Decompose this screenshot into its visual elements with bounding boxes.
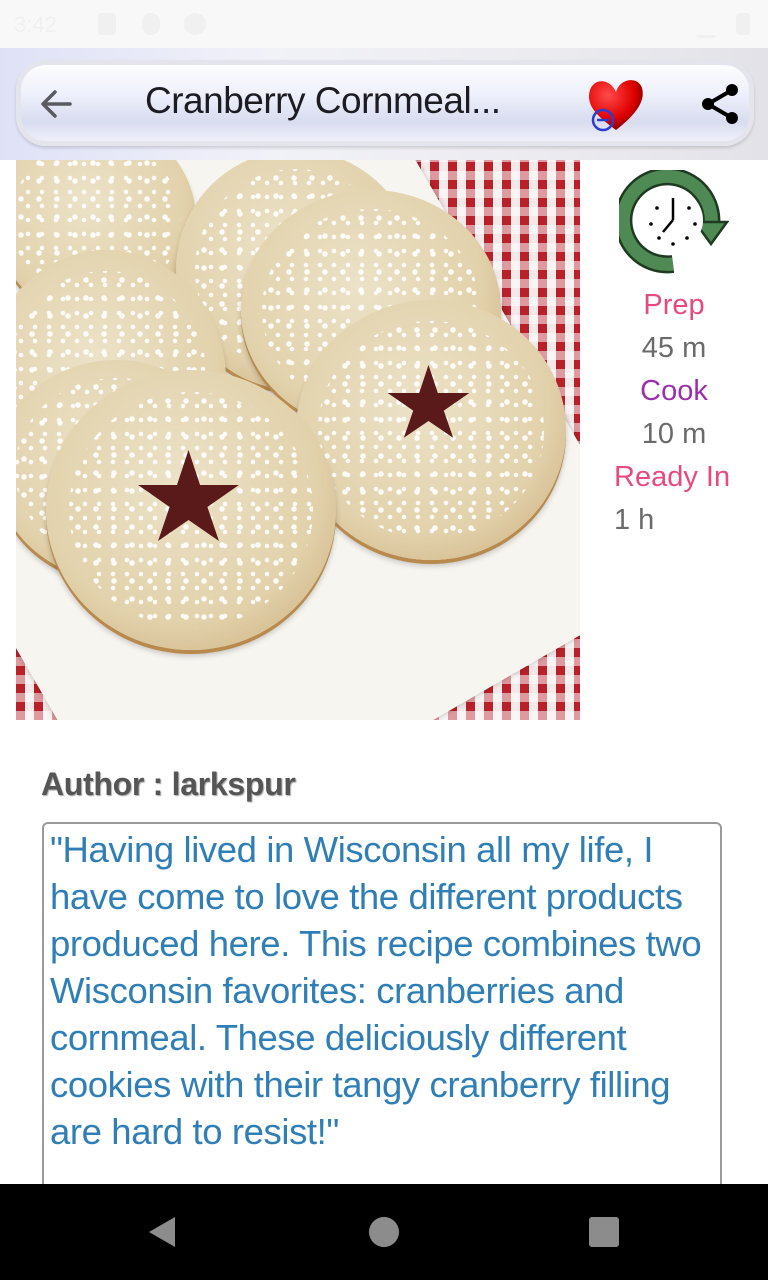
nav-recents-button[interactable] (584, 1212, 624, 1252)
heart-minus-icon (589, 80, 643, 132)
notification-icon (142, 13, 160, 35)
wifi-icon (696, 13, 716, 38)
page-title: Cranberry Cornmeal... (145, 80, 501, 121)
prep-value: 45 m (641, 332, 707, 364)
cook-label: Cook (640, 375, 708, 407)
description-box[interactable]: "Having lived in Wisconsin all my life, … (42, 822, 722, 1242)
recipe-photo (16, 160, 580, 720)
arrow-left-icon (41, 90, 72, 118)
recipe-times: Prep 45 m Cook 10 m Ready In 1 h (590, 170, 758, 542)
at-sign-icon (184, 13, 206, 35)
ready-in-label: Ready In (614, 461, 731, 493)
sim-card-icon (98, 13, 116, 35)
nav-back-button[interactable] (142, 1212, 182, 1252)
favorite-button[interactable] (584, 76, 648, 136)
cookie (296, 300, 566, 560)
nav-back-icon (149, 1217, 175, 1247)
prep-label: Prep (643, 289, 705, 321)
clock-refresh-icon (619, 170, 729, 274)
nav-home-icon (369, 1217, 399, 1247)
share-icon (702, 84, 738, 124)
nav-home-button[interactable] (364, 1212, 404, 1252)
cook-value: 10 m (641, 418, 707, 450)
status-time: 3:42 (14, 12, 57, 37)
ready-in-value: 1 h (614, 504, 655, 536)
system-nav-bar (0, 1184, 768, 1280)
share-button[interactable] (698, 82, 742, 126)
author-line: Author : larkspur (41, 766, 296, 802)
battery-icon (736, 13, 750, 35)
recipe-description: "Having lived in Wisconsin all my life, … (50, 829, 702, 1152)
nav-recents-icon (589, 1217, 619, 1247)
status-bar: 3:42 (0, 0, 768, 48)
back-button[interactable] (36, 84, 76, 124)
